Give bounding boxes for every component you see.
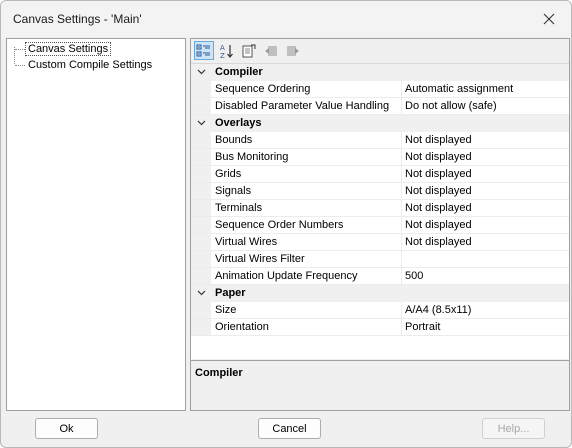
cancel-button[interactable]: Cancel [258,418,321,439]
property-row[interactable]: Grids Not displayed [191,166,569,183]
property-value[interactable]: Do not allow (safe) [402,98,569,114]
chevron-down-icon[interactable] [197,290,206,296]
svg-text:Z: Z [220,52,225,59]
categorized-button[interactable] [194,41,214,60]
chevron-down-icon[interactable] [197,120,206,126]
property-value[interactable]: 500 [402,268,569,284]
property-name: Signals [211,183,402,199]
property-name: Virtual Wires Filter [211,251,402,267]
property-row[interactable]: Orientation Portrait [191,319,569,336]
property-value[interactable] [402,251,569,267]
property-value[interactable]: Not displayed [402,234,569,250]
property-name: Bus Monitoring [211,149,402,165]
property-row[interactable]: Animation Update Frequency 500 [191,268,569,285]
property-row[interactable]: Sequence Ordering Automatic assignment [191,81,569,98]
tree-item-label: Custom Compile Settings [28,59,153,71]
chevron-down-icon[interactable] [197,69,206,75]
property-value[interactable]: Not displayed [402,166,569,182]
redo-button[interactable] [283,41,303,60]
property-name: Animation Update Frequency [211,268,402,284]
category-name: Compiler [215,66,263,78]
undo-icon [265,45,277,56]
cancel-button-label: Cancel [272,422,307,435]
property-grid[interactable]: Compiler Sequence Ordering Automatic ass… [191,63,569,359]
ok-button[interactable]: Ok [35,418,98,439]
property-value[interactable]: Not displayed [402,132,569,148]
property-row[interactable]: Bounds Not displayed [191,132,569,149]
property-row[interactable]: Sequence Order Numbers Not displayed [191,217,569,234]
close-icon [543,13,555,25]
property-row[interactable]: Signals Not displayed [191,183,569,200]
category-name: Paper [215,287,246,299]
category-name: Overlays [215,117,262,129]
property-pages-button[interactable] [239,41,259,60]
property-name: Terminals [211,200,402,216]
categorized-icon [196,44,210,56]
property-name: Virtual Wires [211,234,402,250]
dialog-window: Canvas Settings - 'Main' Canvas Settings… [0,0,572,448]
property-row[interactable]: Bus Monitoring Not displayed [191,149,569,166]
description-title: Compiler [195,367,243,379]
tree-item-label: Canvas Settings [24,42,112,56]
property-value[interactable]: A/A4 (8.5x11) [402,302,569,318]
property-value[interactable]: Portrait [402,319,569,335]
close-button[interactable] [531,5,567,33]
property-row[interactable]: Terminals Not displayed [191,200,569,217]
property-row[interactable]: Virtual Wires Not displayed [191,234,569,251]
category-overlays[interactable]: Overlays [191,115,569,132]
category-paper[interactable]: Paper [191,285,569,302]
property-name: Bounds [211,132,402,148]
ok-button-label: Ok [59,422,74,435]
property-name: Disabled Parameter Value Handling [211,98,402,114]
settings-tree[interactable]: Canvas Settings Custom Compile Settings [6,38,186,411]
property-row[interactable]: Disabled Parameter Value Handling Do not… [191,98,569,115]
property-pages-icon [242,44,256,57]
property-value[interactable]: Not displayed [402,200,569,216]
redo-icon [287,45,299,56]
title-bar: Canvas Settings - 'Main' [1,1,571,37]
category-compiler[interactable]: Compiler [191,64,569,81]
property-panel: A Z Compiler Sequence Ordering Automatic… [190,38,570,411]
svg-text:A: A [220,44,225,52]
window-title: Canvas Settings - 'Main' [13,12,142,26]
property-value[interactable]: Not displayed [402,217,569,233]
property-row[interactable]: Size A/A4 (8.5x11) [191,302,569,319]
property-name: Size [211,302,402,318]
property-toolbar: A Z [191,39,569,62]
help-button-label: Help... [497,422,530,435]
help-button[interactable]: Help... [482,418,545,439]
description-panel: Compiler [191,360,569,410]
tree-item-canvas-settings[interactable]: Canvas Settings [9,41,112,57]
property-name: Grids [211,166,402,182]
alphabetical-icon: A Z [220,44,233,59]
property-row[interactable]: Virtual Wires Filter [191,251,569,268]
property-name: Orientation [211,319,402,335]
property-name: Sequence Ordering [211,81,402,97]
property-value[interactable]: Not displayed [402,183,569,199]
property-name: Sequence Order Numbers [211,217,402,233]
property-value[interactable]: Not displayed [402,149,569,165]
tree-item-custom-compile-settings[interactable]: Custom Compile Settings [9,57,154,73]
property-value[interactable]: Automatic assignment [402,81,569,97]
undo-button[interactable] [261,41,281,60]
alphabetical-button[interactable]: A Z [217,41,237,60]
